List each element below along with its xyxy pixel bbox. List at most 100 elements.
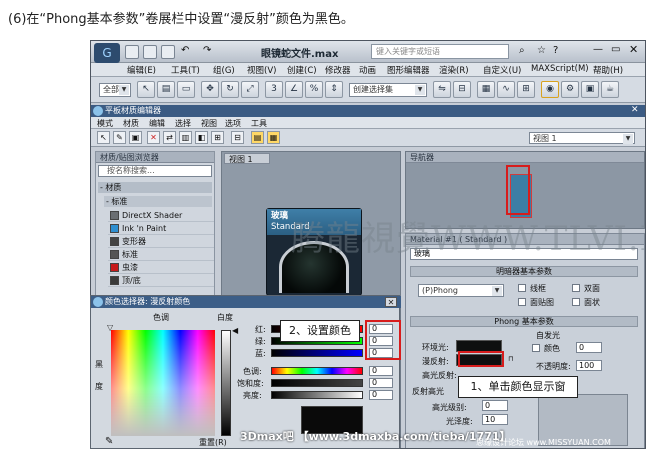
star-icon[interactable]: ☆ [537, 45, 546, 56]
slate-menu-view[interactable]: 视图 [201, 118, 217, 129]
tab-view-1[interactable]: 视图 1 [224, 153, 270, 164]
hue-slider[interactable] [271, 367, 363, 375]
select-region-button[interactable]: ▭ [177, 81, 195, 98]
menu-graph-editors[interactable]: 图形编辑器 [387, 64, 430, 76]
menu-group[interactable]: 组(G) [213, 64, 235, 76]
menu-help[interactable]: 帮助(H) [593, 64, 623, 76]
shader-dropdown[interactable]: (P)Phong ▼ [418, 284, 504, 297]
mirror-button[interactable]: ⇋ [433, 81, 451, 98]
list-item[interactable]: 虫漆 [108, 262, 214, 274]
opacity-spinner[interactable]: 100 [576, 360, 602, 371]
menu-edit[interactable]: 编辑(E) [127, 64, 156, 76]
move-children-icon[interactable]: ⇄ [163, 131, 176, 144]
whiteness-pointer-icon[interactable]: ◀ [232, 326, 238, 335]
select-tool-icon[interactable]: ↖ [97, 131, 110, 144]
glossiness-spinner[interactable]: 10 [482, 414, 508, 425]
help-icon[interactable]: ? [553, 45, 558, 56]
list-item[interactable]: 标准 [108, 249, 214, 261]
layout-all-icon[interactable]: ⊞ [211, 131, 224, 144]
list-item[interactable]: DirectX Shader [108, 210, 214, 222]
saturation-value[interactable]: 0 [369, 378, 393, 388]
schematic-button[interactable]: ⊞ [517, 81, 535, 98]
move-button[interactable]: ✥ [201, 81, 219, 98]
search-input[interactable]: 键入关键字或短语 [371, 44, 509, 59]
angle-snap-button[interactable]: ∠ [285, 81, 303, 98]
faceted-checkbox[interactable] [572, 298, 580, 306]
lock-icon[interactable]: ⊓ [508, 355, 516, 365]
brightness-value[interactable]: 0 [369, 390, 393, 400]
rotate-button[interactable]: ↻ [221, 81, 239, 98]
list-item[interactable]: Ink 'n Paint [108, 223, 214, 235]
save-icon[interactable] [161, 45, 175, 59]
menu-maxscript[interactable]: MAXScript(M) [531, 64, 589, 74]
open-file-icon[interactable] [143, 45, 157, 59]
minimize-button[interactable]: — [593, 44, 603, 55]
menu-tools[interactable]: 工具(T) [171, 64, 200, 76]
reset-button[interactable]: 重置(R) [199, 437, 227, 448]
selection-set-dropdown[interactable]: 创建选择集 ▼ [349, 83, 427, 97]
align-button[interactable]: ⊟ [453, 81, 471, 98]
slate-menu-mode[interactable]: 模式 [97, 118, 113, 129]
select-object-button[interactable]: ↖ [137, 81, 155, 98]
saturation-slider[interactable] [271, 379, 363, 387]
wire-checkbox[interactable] [518, 284, 526, 292]
new-file-icon[interactable] [125, 45, 139, 59]
assign-material-icon[interactable]: ▣ [129, 131, 142, 144]
hue-value[interactable]: 0 [369, 366, 393, 376]
parameter-editor-icon[interactable]: ▦ [267, 131, 280, 144]
binoculars-icon[interactable]: ⌕ [519, 45, 525, 56]
close-button[interactable]: ✕ [629, 43, 638, 56]
maximize-button[interactable]: ▭ [611, 44, 620, 55]
blue-slider[interactable] [271, 349, 363, 357]
list-item[interactable]: 顶/底 [108, 275, 214, 287]
spinner-snap-button[interactable]: ⇕ [325, 81, 343, 98]
select-by-name-button[interactable]: ▤ [157, 81, 175, 98]
group-materials[interactable]: - 材质 [98, 182, 212, 193]
menu-rendering[interactable]: 渲染(R) [439, 64, 469, 76]
layer-button[interactable]: ▦ [477, 81, 495, 98]
browser-search-input[interactable]: 按名称搜索... [98, 165, 212, 177]
slate-menu-tools[interactable]: 工具 [251, 118, 267, 129]
material-editor-button[interactable]: ◉ [541, 81, 559, 98]
brightness-slider[interactable] [271, 391, 363, 399]
self-illum-spinner[interactable]: 0 [576, 342, 602, 353]
snap-button[interactable]: 3 [265, 81, 283, 98]
slate-close-icon[interactable]: ✕ [631, 105, 639, 115]
list-item[interactable]: 变形器 [108, 236, 214, 248]
scale-button[interactable]: ⤢ [241, 81, 259, 98]
color-checkbox[interactable] [532, 344, 540, 352]
slate-menu-options[interactable]: 选项 [225, 118, 241, 129]
delete-icon[interactable]: ✕ [147, 131, 160, 144]
shader-rollout-header[interactable]: 明暗器基本参数 [410, 266, 638, 277]
redo-icon[interactable]: ↷ [203, 45, 211, 56]
group-standard[interactable]: - 标准 [104, 196, 212, 207]
menu-customize[interactable]: 自定义(U) [483, 64, 521, 76]
app-logo-icon[interactable]: G [94, 43, 120, 63]
face-map-checkbox[interactable] [518, 298, 526, 306]
phong-rollout-header[interactable]: Phong 基本参数 [410, 316, 638, 327]
undo-icon[interactable]: ↶ [181, 45, 189, 56]
whiteness-slider[interactable] [221, 330, 231, 436]
menu-view[interactable]: 视图(V) [247, 64, 276, 76]
menu-modifiers[interactable]: 修改器 [325, 64, 351, 76]
spec-level-spinner[interactable]: 0 [482, 400, 508, 411]
render-button[interactable]: ☕ [601, 81, 619, 98]
two-sided-checkbox[interactable] [572, 284, 580, 292]
all-filter-dropdown[interactable]: 全部 ▼ [99, 83, 131, 97]
material-map-nav-icon[interactable]: ▤ [251, 131, 264, 144]
slate-menu-edit[interactable]: 编辑 [149, 118, 165, 129]
layout-children-icon[interactable]: ⊟ [231, 131, 244, 144]
view-dropdown[interactable]: 视图 1 ▼ [529, 132, 635, 144]
render-frame-button[interactable]: ▣ [581, 81, 599, 98]
render-setup-button[interactable]: ⚙ [561, 81, 579, 98]
slate-menu-material[interactable]: 材质 [123, 118, 139, 129]
dialog-close-button[interactable]: ✕ [385, 297, 397, 307]
eyedropper-icon[interactable]: ✎ [105, 436, 113, 447]
percent-snap-button[interactable]: % [305, 81, 323, 98]
curve-editor-button[interactable]: ∿ [497, 81, 515, 98]
show-map-icon[interactable]: ◧ [195, 131, 208, 144]
slate-menu-select[interactable]: 选择 [175, 118, 191, 129]
hide-unused-icon[interactable]: ▥ [179, 131, 192, 144]
menu-create[interactable]: 创建(C) [287, 64, 317, 76]
menu-animation[interactable]: 动画 [359, 64, 376, 76]
